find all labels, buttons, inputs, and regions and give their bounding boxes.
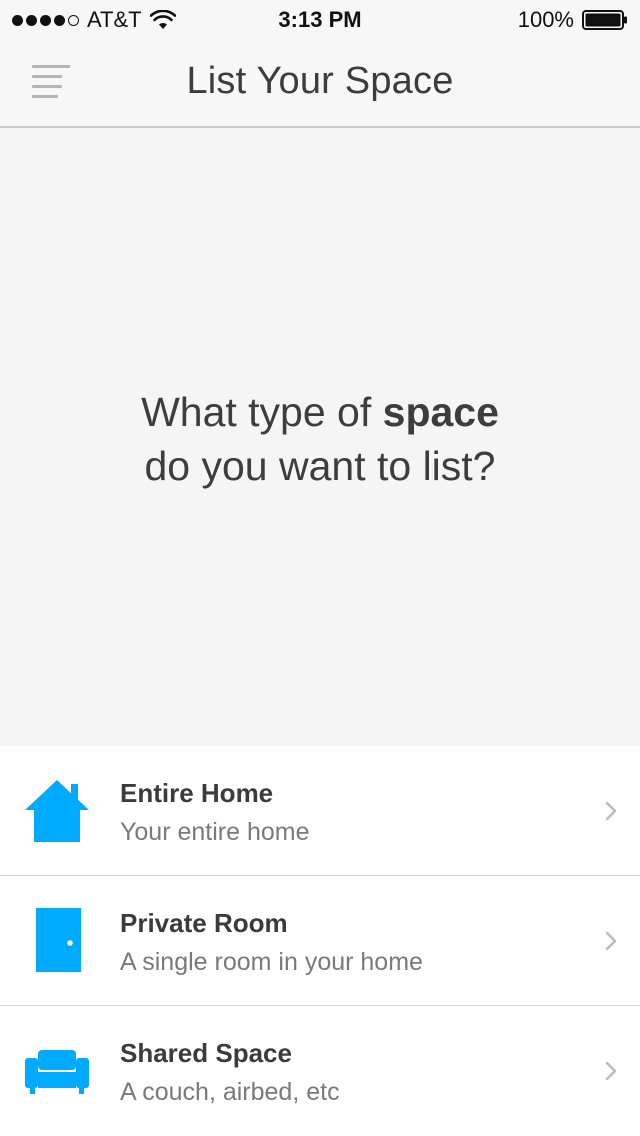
option-subtitle: A couch, airbed, etc xyxy=(120,1078,340,1106)
option-subtitle: A single room in your home xyxy=(120,948,423,976)
space-type-options: Entire Home Your entire home Private Roo… xyxy=(0,746,640,1136)
chevron-right-icon xyxy=(605,801,617,821)
option-subtitle: Your entire home xyxy=(120,818,310,846)
option-title: Shared Space xyxy=(120,1038,292,1068)
door-icon xyxy=(36,908,81,972)
battery-percentage: 100% xyxy=(517,7,574,32)
option-shared-space[interactable]: Shared Space A couch, airbed, etc xyxy=(0,1006,640,1136)
navigation-bar: List Your Space xyxy=(0,40,640,128)
page-title: List Your Space xyxy=(186,60,454,102)
question-text-line2: do you want to list? xyxy=(144,443,496,489)
status-bar: AT&T 3:13 PM 100% xyxy=(0,0,640,40)
option-title: Private Room xyxy=(120,908,288,938)
question-text-bold: space xyxy=(382,389,499,435)
status-right: 100% xyxy=(517,7,628,32)
option-entire-home[interactable]: Entire Home Your entire home xyxy=(0,746,640,876)
option-private-room[interactable]: Private Room A single room in your home xyxy=(0,876,640,1006)
battery-icon xyxy=(582,10,627,30)
chevron-right-icon xyxy=(605,1061,617,1081)
space-type-question: What type of space do you want to list? xyxy=(0,385,640,493)
question-panel: What type of space do you want to list? xyxy=(0,128,640,746)
chevron-right-icon xyxy=(605,931,617,951)
couch-icon xyxy=(25,1050,89,1094)
question-text-prefix: What type of xyxy=(141,389,383,435)
option-title: Entire Home xyxy=(120,778,274,808)
house-icon xyxy=(25,780,89,842)
